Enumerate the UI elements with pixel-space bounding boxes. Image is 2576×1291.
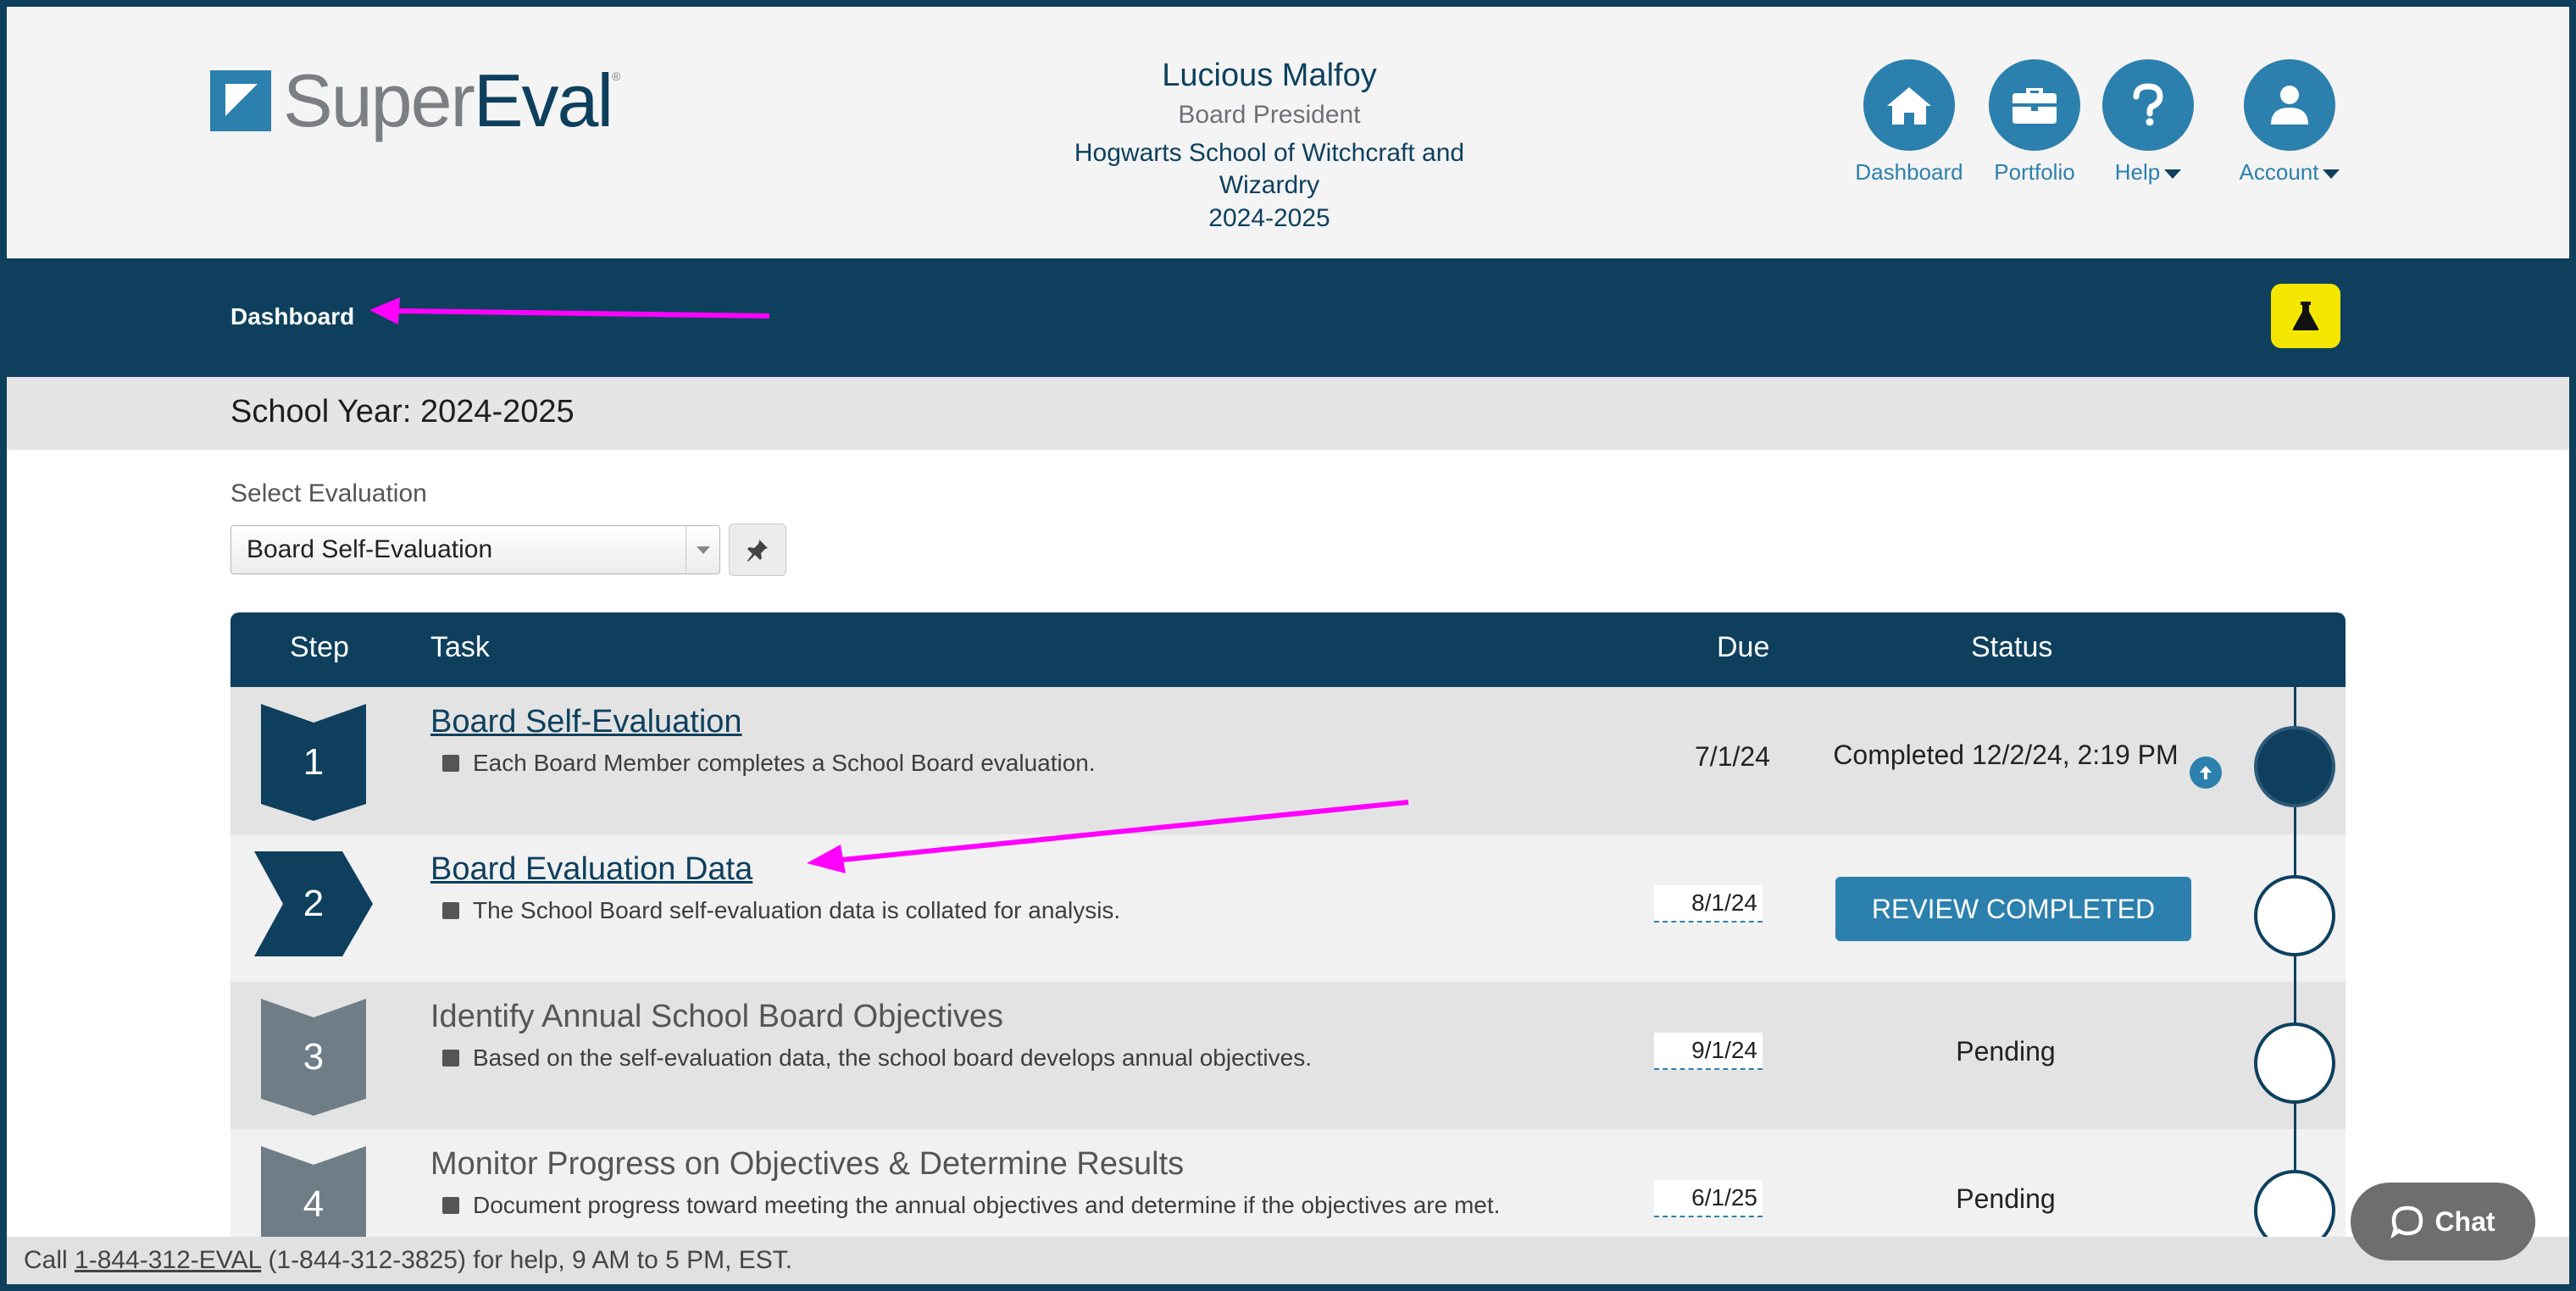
top-nav: Dashboard Portfolio Help Account [1854, 59, 2349, 186]
bullet-square-icon [442, 1197, 459, 1214]
header-step: Step [290, 631, 349, 663]
annotation-arrow [369, 297, 770, 324]
user-icon [2244, 59, 2335, 151]
review-completed-button[interactable]: REVIEW COMPLETED [1835, 877, 2191, 941]
chat-label: Chat [2434, 1205, 2496, 1237]
due-date-editable[interactable]: 8/1/24 [1654, 885, 1763, 923]
bullet-square-icon [442, 755, 459, 772]
school-year-label: School Year: 2024-2025 [230, 394, 575, 429]
nav-dashboard[interactable]: Dashboard [1854, 59, 1964, 186]
progress-node [2254, 875, 2335, 956]
step-badge: 1 [261, 704, 366, 821]
evaluation-select[interactable]: Board Self-Evaluation [230, 525, 720, 574]
progress-node-completed [2254, 726, 2335, 807]
arrow-up-icon[interactable] [2190, 756, 2222, 789]
due-date-editable[interactable]: 6/1/25 [1654, 1180, 1763, 1217]
step-number: 3 [303, 1036, 325, 1078]
steps-table: Step Task Due Status 1 Board Self-Evalua… [230, 612, 2346, 1284]
header-due: Due [1717, 631, 1770, 663]
due-date-editable[interactable]: 9/1/24 [1654, 1033, 1763, 1070]
pin-icon [747, 540, 768, 562]
caret-down-icon [2164, 169, 2182, 179]
status-text: Pending [1956, 1183, 2056, 1214]
footer-help-bar: Call 1-844-312-EVAL (1-844-312-3825) for… [7, 1237, 2569, 1284]
due-date: 7/1/24 [1695, 741, 1770, 772]
user-name: Lucious Malfoy [1162, 58, 1377, 93]
task-description: Each Board Member completes a School Boa… [442, 750, 1096, 777]
pin-button[interactable] [729, 524, 786, 576]
briefcase-icon [1989, 59, 2080, 151]
breadcrumb-bar: Dashboard [7, 258, 2569, 377]
header-task: Task [430, 631, 490, 663]
step-number: 1 [303, 741, 325, 783]
step-number: 2 [303, 883, 325, 924]
status-text: Pending [1956, 1036, 2056, 1067]
step-badge: 3 [261, 999, 366, 1116]
task-description: The School Board self-evaluation data is… [442, 897, 1120, 924]
task-title: Monitor Progress on Objectives & Determi… [430, 1146, 1185, 1182]
phone-link[interactable]: 1-844-312-EVAL [75, 1246, 261, 1274]
nav-account-label: Account [2240, 159, 2340, 186]
app-frame: SuperEval ® Lucious Malfoy Board Preside… [7, 7, 2569, 1284]
superEval-logo[interactable]: SuperEval ® [210, 63, 620, 139]
question-icon [2102, 59, 2194, 151]
user-info: Lucious Malfoy Board President Hogwarts … [1015, 54, 1524, 235]
task-title-link[interactable]: Board Evaluation Data [430, 851, 752, 888]
step-badge: 2 [254, 851, 373, 968]
home-icon [1863, 59, 1955, 151]
task-title-link[interactable]: Board Self-Evaluation [430, 704, 742, 740]
bullet-square-icon [442, 1050, 459, 1067]
bullet-square-icon [442, 902, 459, 919]
breadcrumb-dashboard[interactable]: Dashboard [230, 303, 354, 330]
page-header: SuperEval ® Lucious Malfoy Board Preside… [7, 7, 2569, 258]
table-row: 2 Board Evaluation Data The School Board… [230, 800, 2346, 982]
chat-button[interactable]: Chat [2351, 1183, 2535, 1261]
logo-mark-icon [210, 70, 271, 131]
task-title: Identify Annual School Board Objectives [430, 999, 1003, 1034]
school-year-bar: School Year: 2024-2025 [7, 377, 2569, 450]
chat-bubble-icon [2390, 1205, 2423, 1238]
task-description: Based on the self-evaluation data, the s… [442, 1044, 1312, 1072]
logo-wordmark: SuperEval [283, 58, 613, 142]
task-description: Document progress toward meeting the ann… [442, 1192, 1500, 1219]
nav-dashboard-label: Dashboard [1855, 159, 1963, 185]
nav-help[interactable]: Help [2101, 59, 2195, 186]
user-year: 2024-2025 [1208, 204, 1330, 232]
nav-account[interactable]: Account [2230, 59, 2349, 186]
logo-registered-mark: ® [612, 69, 621, 83]
table-row: 1 Board Self-Evaluation Each Board Membe… [230, 687, 2346, 834]
table-header: Step Task Due Status [230, 612, 2346, 687]
user-school: Hogwarts School of Witchcraft and Wizard… [1074, 139, 1465, 199]
select-evaluation-label: Select Evaluation [230, 479, 427, 507]
table-row: 3 Identify Annual School Board Objective… [230, 982, 2346, 1129]
chevron-down-icon [686, 526, 719, 573]
nav-portfolio[interactable]: Portfolio [1979, 59, 2090, 186]
status-text: Completed 12/2/24, 2:19 PM [1833, 740, 2179, 770]
evaluation-select-value: Board Self-Evaluation [247, 535, 493, 563]
nav-help-label: Help [2115, 159, 2182, 186]
nav-portfolio-label: Portfolio [1994, 159, 2075, 185]
header-status: Status [1971, 631, 2053, 663]
progress-node [2254, 1022, 2335, 1104]
flask-icon[interactable] [2271, 284, 2340, 348]
user-role: Board President [1178, 101, 1361, 129]
caret-down-icon [2323, 169, 2340, 179]
